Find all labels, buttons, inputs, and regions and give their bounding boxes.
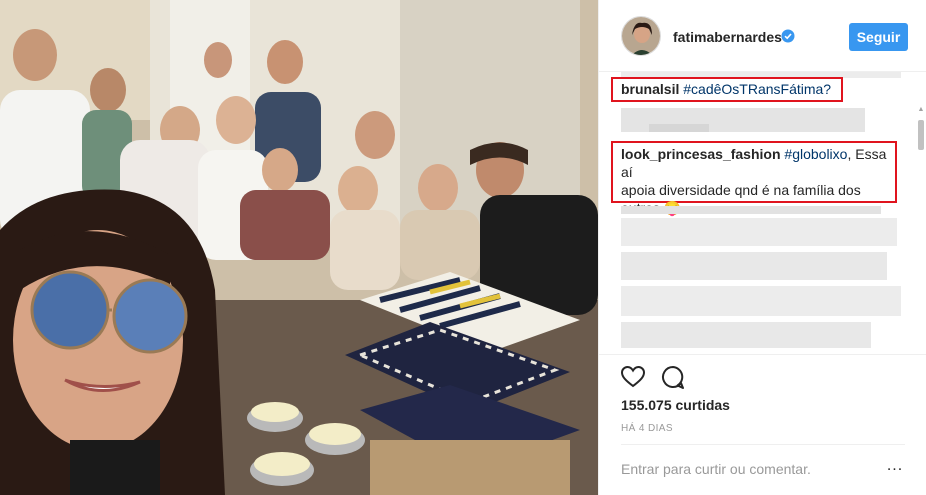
- verified-badge-icon: [781, 29, 795, 43]
- comment-username[interactable]: brunalsil: [621, 81, 679, 97]
- group-selfie-image: [0, 0, 598, 495]
- username[interactable]: fatimabernardes: [673, 29, 782, 45]
- avatar[interactable]: [621, 16, 661, 56]
- post-header: fatimabernardes Seguir: [599, 0, 926, 72]
- composer-box: ...: [621, 444, 905, 495]
- comment-text[interactable]: #cadêOsTRansFátima?: [683, 81, 831, 97]
- post-photo[interactable]: [0, 0, 598, 495]
- follow-button[interactable]: Seguir: [849, 23, 908, 51]
- comment-bubble-icon[interactable]: [659, 363, 687, 391]
- scroll-up-icon[interactable]: ▲: [917, 106, 925, 114]
- comment-item: brunalsil #cadêOsTRansFátima?: [621, 80, 831, 98]
- comment-text: apoia diversidade qnd é na família dos: [621, 182, 861, 198]
- heart-icon[interactable]: [619, 363, 647, 391]
- blurred-comment: [621, 322, 871, 348]
- comment-username[interactable]: look_princesas_fashion: [621, 146, 781, 162]
- comment-hashtag[interactable]: #globolixo: [784, 146, 847, 162]
- foreground-woman: [0, 189, 225, 495]
- blurred-comment: [649, 124, 709, 132]
- comments-list[interactable]: brunalsil #cadêOsTRansFátima? look_princ…: [599, 72, 926, 354]
- blurred-comment: [621, 218, 897, 246]
- blurred-comment: [621, 252, 887, 280]
- comments-scrollbar[interactable]: ▲ ▼: [917, 106, 925, 354]
- post-actions: 155.075 curtidas HÁ 4 DIAS: [599, 354, 926, 444]
- blurred-comment: [621, 206, 881, 214]
- post-timestamp: HÁ 4 DIAS: [621, 423, 673, 434]
- more-options-icon[interactable]: ...: [885, 458, 905, 477]
- blurred-comment: [621, 286, 901, 316]
- like-count[interactable]: 155.075 curtidas: [621, 397, 730, 413]
- comment-input[interactable]: [621, 459, 871, 479]
- comment-composer: ...: [599, 444, 926, 495]
- post-sidebar: fatimabernardes Seguir brunalsil #cadêOs…: [598, 0, 926, 495]
- scrollbar-thumb[interactable]: [918, 120, 924, 150]
